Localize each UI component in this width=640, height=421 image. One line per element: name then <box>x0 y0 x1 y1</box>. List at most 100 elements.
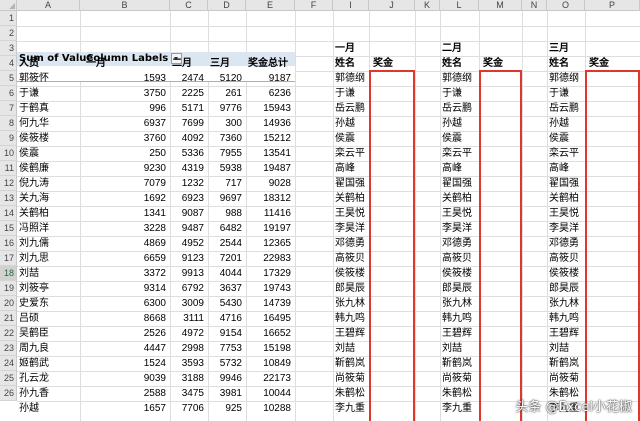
pivot-value-cell[interactable]: 4716 <box>202 312 242 326</box>
column-header-e[interactable]: E <box>246 0 295 11</box>
pivot-row-name[interactable]: 郭筱怀 <box>19 72 49 86</box>
column-header-b[interactable]: B <box>80 0 170 11</box>
block-name-cell[interactable]: 岳云鹏 <box>549 102 579 116</box>
pivot-row-name[interactable]: 关九海 <box>19 192 49 206</box>
pivot-value-cell[interactable]: 9230 <box>126 162 166 176</box>
pivot-value-cell[interactable]: 9314 <box>126 282 166 296</box>
block-name-cell[interactable]: 侯震 <box>335 132 355 146</box>
block-name-cell[interactable]: 李昊洋 <box>335 222 365 236</box>
pivot-value-cell[interactable]: 11416 <box>251 207 291 221</box>
pivot-value-cell[interactable]: 7079 <box>126 177 166 191</box>
row-header[interactable]: 6 <box>0 86 17 101</box>
block-name-cell[interactable]: 尚筱菊 <box>442 372 472 386</box>
pivot-value-cell[interactable]: 3111 <box>164 312 204 326</box>
block-name-cell[interactable]: 高峰 <box>549 162 569 176</box>
pivot-value-cell[interactable]: 6236 <box>251 87 291 101</box>
pivot-row-name[interactable]: 刘筱亭 <box>19 282 49 296</box>
block-name-cell[interactable]: 翟国强 <box>335 177 365 191</box>
pivot-value-cell[interactable]: 5171 <box>164 102 204 116</box>
block-name-cell[interactable]: 于谦 <box>442 87 462 101</box>
pivot-value-cell[interactable]: 2544 <box>202 237 242 251</box>
pivot-row-name[interactable]: 史爱东 <box>19 297 49 311</box>
pivot-value-cell[interactable]: 4319 <box>164 162 204 176</box>
pivot-value-cell[interactable]: 7360 <box>202 132 242 146</box>
block-name-cell[interactable]: 张九林 <box>335 297 365 311</box>
block-name-cell[interactable]: 张九林 <box>549 297 579 311</box>
pivot-row-name[interactable]: 侯震 <box>19 147 39 161</box>
block-name-cell[interactable]: 郭德纲 <box>335 72 365 86</box>
block-name-cell[interactable]: 侯筱楼 <box>335 267 365 281</box>
block-name-cell[interactable]: 孙越 <box>335 117 355 131</box>
pivot-value-cell[interactable]: 17329 <box>251 267 291 281</box>
pivot-value-cell[interactable]: 3750 <box>126 87 166 101</box>
block-name-cell[interactable]: 尚筱菊 <box>335 372 365 386</box>
column-header-d[interactable]: D <box>208 0 246 11</box>
pivot-row-name[interactable]: 冯照洋 <box>19 222 49 236</box>
block-name-cell[interactable]: 翟国强 <box>442 177 472 191</box>
block-name-cell[interactable]: 高峰 <box>335 162 355 176</box>
pivot-value-cell[interactable]: 6300 <box>126 297 166 311</box>
row-header[interactable]: 13 <box>0 191 17 206</box>
pivot-value-cell[interactable]: 15212 <box>251 132 291 146</box>
block-name-cell[interactable]: 李九重 <box>335 402 365 416</box>
pivot-value-cell[interactable]: 3475 <box>164 387 204 401</box>
pivot-value-cell[interactable]: 3372 <box>126 267 166 281</box>
pivot-value-cell[interactable]: 9039 <box>126 372 166 386</box>
block-name-cell[interactable]: 郎昊辰 <box>549 282 579 296</box>
block-name-cell[interactable]: 刘喆 <box>549 342 569 356</box>
pivot-row-name[interactable]: 刘九儒 <box>19 237 49 251</box>
block-name-cell[interactable]: 朱鹤松 <box>335 387 365 401</box>
block-name-cell[interactable]: 栾云平 <box>335 147 365 161</box>
pivot-value-cell[interactable]: 19197 <box>251 222 291 236</box>
pivot-value-cell[interactable]: 9697 <box>202 192 242 206</box>
block-name-cell[interactable]: 邓德勇 <box>442 237 472 251</box>
pivot-value-cell[interactable]: 6659 <box>126 252 166 266</box>
pivot-value-cell[interactable]: 3981 <box>202 387 242 401</box>
pivot-value-cell[interactable]: 10288 <box>251 402 291 416</box>
row-header[interactable]: 4 <box>0 56 17 71</box>
pivot-header-total[interactable]: 奖金总计 <box>248 57 288 71</box>
pivot-value-cell[interactable]: 3637 <box>202 282 242 296</box>
row-header[interactable]: 20 <box>0 296 17 311</box>
pivot-value-cell[interactable]: 7955 <box>202 147 242 161</box>
pivot-row-name[interactable]: 侯筱楼 <box>19 132 49 146</box>
row-header[interactable]: 26 <box>0 386 17 401</box>
pivot-row-name[interactable]: 倪九涛 <box>19 177 49 191</box>
pivot-value-cell[interactable]: 10849 <box>251 357 291 371</box>
pivot-value-cell[interactable]: 5336 <box>164 147 204 161</box>
column-header-c[interactable]: C <box>170 0 208 11</box>
select-all-corner[interactable] <box>0 0 17 11</box>
row-header[interactable]: 17 <box>0 251 17 266</box>
column-header-n[interactable]: N <box>522 0 547 11</box>
block-name-cell[interactable]: 刘喆 <box>442 342 462 356</box>
pivot-value-cell[interactable]: 5430 <box>202 297 242 311</box>
pivot-row-name[interactable]: 周九良 <box>19 342 49 356</box>
block-name-cell[interactable]: 侯筱楼 <box>549 267 579 281</box>
pivot-value-cell[interactable]: 9946 <box>202 372 242 386</box>
pivot-value-cell[interactable]: 15198 <box>251 342 291 356</box>
pivot-header-month[interactable]: 一月 <box>86 57 106 71</box>
block-name-cell[interactable]: 关鹤柏 <box>549 192 579 206</box>
block-name-cell[interactable]: 李昊洋 <box>442 222 472 236</box>
pivot-value-cell[interactable]: 3593 <box>164 357 204 371</box>
block-name-cell[interactable]: 岳云鹏 <box>442 102 472 116</box>
pivot-value-cell[interactable]: 3760 <box>126 132 166 146</box>
column-header-o[interactable]: O <box>547 0 585 11</box>
pivot-value-cell[interactable]: 15943 <box>251 102 291 116</box>
pivot-header-month[interactable]: 二月 <box>172 57 192 71</box>
column-header-i[interactable]: I <box>333 0 369 11</box>
row-header[interactable]: 24 <box>0 356 17 371</box>
pivot-value-cell[interactable]: 9087 <box>164 207 204 221</box>
pivot-value-cell[interactable]: 3188 <box>164 372 204 386</box>
pivot-value-cell[interactable]: 1657 <box>126 402 166 416</box>
pivot-value-cell[interactable]: 3009 <box>164 297 204 311</box>
block-name-cell[interactable]: 高筱贝 <box>442 252 472 266</box>
block-name-cell[interactable]: 王昊悦 <box>442 207 472 221</box>
row-header[interactable]: 22 <box>0 326 17 341</box>
pivot-value-cell[interactable]: 2225 <box>164 87 204 101</box>
pivot-value-cell[interactable]: 8668 <box>126 312 166 326</box>
block-name-cell[interactable]: 李九重 <box>442 402 472 416</box>
block-name-cell[interactable]: 尚筱菊 <box>549 372 579 386</box>
pivot-value-cell[interactable]: 717 <box>202 177 242 191</box>
row-header[interactable]: 14 <box>0 206 17 221</box>
